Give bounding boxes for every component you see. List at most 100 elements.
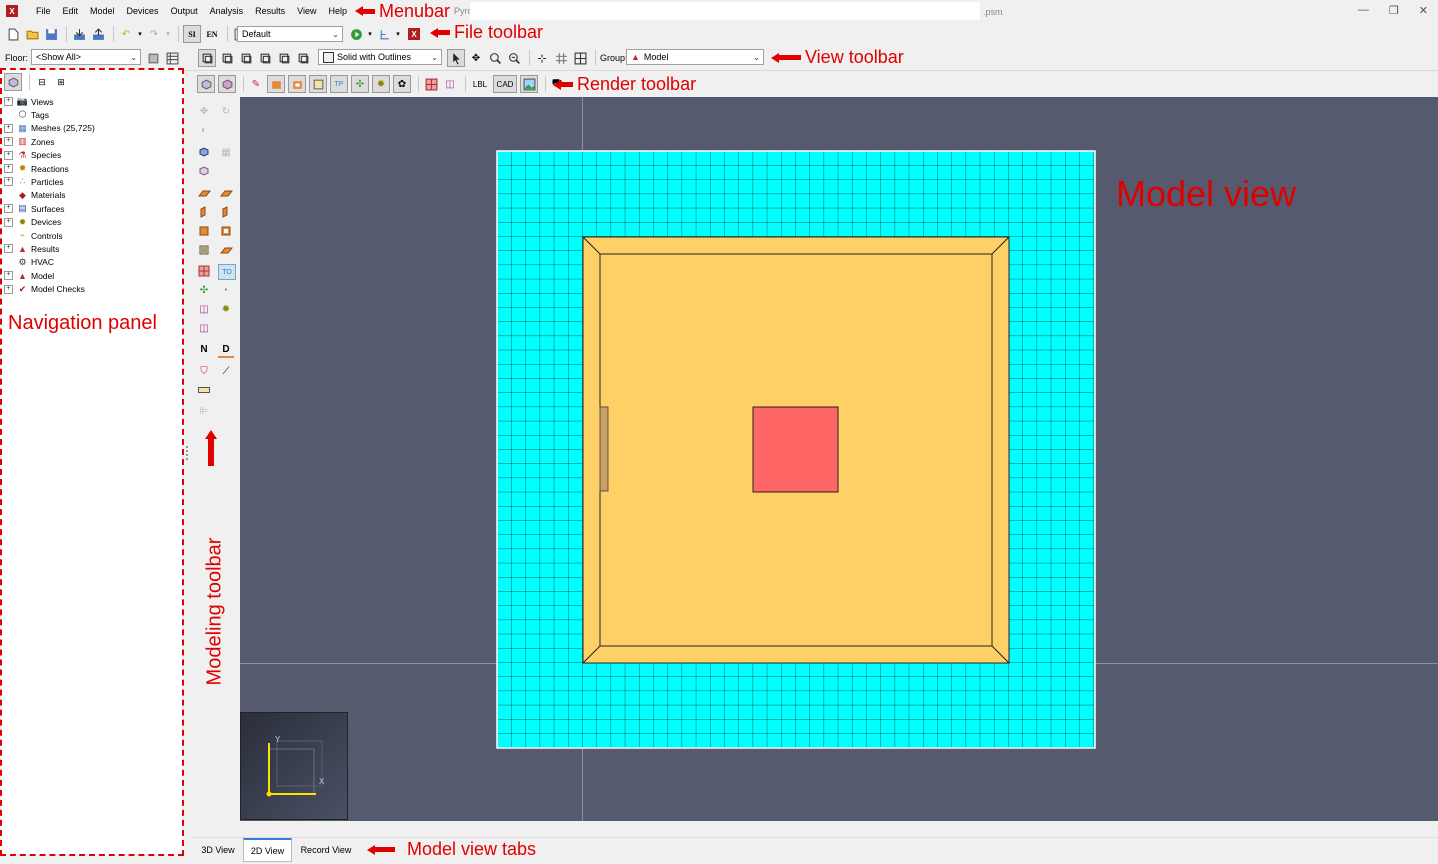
draw-slab-2-icon[interactable] — [218, 186, 234, 200]
floor-grid-icon[interactable] — [164, 50, 180, 66]
view-top-icon[interactable] — [219, 50, 235, 66]
view-left-icon[interactable] — [276, 50, 292, 66]
expand-toggle-icon[interactable]: + — [4, 97, 13, 106]
show-objects-icon[interactable] — [218, 75, 236, 93]
tab-record-view[interactable]: Record View — [293, 838, 359, 862]
tree-item-model-checks[interactable]: + ✔ Model Checks — [4, 283, 85, 296]
fit-view-icon[interactable] — [572, 50, 588, 66]
redo-icon[interactable]: ↷ — [146, 26, 162, 42]
tree-item-devices[interactable]: + ✹ Devices — [4, 216, 61, 229]
menu-edit[interactable]: Edit — [57, 6, 85, 16]
results-dropdown-icon[interactable]: ▾ — [395, 26, 401, 42]
background-image-icon[interactable] — [520, 75, 538, 93]
smooth-shading-icon[interactable]: ✎ — [248, 76, 264, 92]
draw-thermocouple-button[interactable]: TO — [218, 264, 236, 280]
draw-room-icon[interactable] — [218, 243, 234, 257]
eyedropper-icon[interactable]: ⟋ — [218, 364, 234, 378]
draw-block-icon[interactable] — [196, 224, 212, 238]
run-dropdown-icon[interactable]: ▾ — [367, 26, 373, 42]
restore-icon[interactable]: ❐ — [1389, 4, 1399, 17]
tree-item-model[interactable]: + ▲ Model — [4, 269, 54, 282]
tab-2d-view[interactable]: 2D View — [243, 838, 292, 862]
view-front-icon[interactable] — [238, 50, 254, 66]
view-reset-icon[interactable] — [198, 49, 216, 67]
render-walls-icon[interactable]: ◫ — [442, 76, 458, 92]
measure-ruler-icon[interactable] — [196, 383, 212, 397]
redo-dropdown-icon[interactable]: ▾ — [165, 26, 171, 42]
cad-button[interactable]: CAD — [493, 75, 517, 93]
menu-model[interactable]: Model — [84, 6, 121, 16]
expand-toggle-icon[interactable]: + — [4, 123, 13, 133]
expand-toggle-icon[interactable]: + — [4, 284, 13, 294]
save-icon[interactable] — [43, 26, 59, 42]
model-view[interactable]: Model view Y X — [240, 97, 1438, 821]
menu-help[interactable]: Help — [322, 6, 353, 16]
menu-devices[interactable]: Devices — [121, 6, 165, 16]
new-region-icon[interactable] — [196, 164, 212, 178]
profile-select[interactable]: Default ⌄ — [237, 26, 343, 42]
draw-hvac-icon[interactable]: ◫ — [196, 302, 212, 316]
render-devices-icon[interactable]: ✹ — [372, 75, 390, 93]
panel-splitter[interactable] — [186, 446, 192, 460]
draw-wall-icon[interactable] — [196, 205, 212, 219]
select-pointer-icon[interactable] — [447, 49, 465, 67]
unit-si-button[interactable]: SI — [183, 25, 201, 43]
expand-toggle-icon[interactable]: + — [4, 244, 13, 254]
tree-item-surfaces[interactable]: + ▤ Surfaces — [4, 202, 65, 215]
zoom-box-icon[interactable] — [506, 50, 522, 66]
undo-dropdown-icon[interactable]: ▾ — [137, 26, 143, 42]
open-folder-icon[interactable] — [24, 26, 40, 42]
mirror-icon[interactable]: ◐ — [196, 123, 212, 137]
undo-icon[interactable]: ↶ — [118, 26, 134, 42]
view-right-icon[interactable] — [295, 50, 311, 66]
render-holes-icon[interactable] — [288, 75, 306, 93]
render-hvac-icon[interactable]: ✿ — [393, 75, 411, 93]
tree-view-icon[interactable] — [4, 73, 22, 91]
render-zones-icon[interactable]: TP — [330, 75, 348, 93]
tree-item-species[interactable]: + ⚗ Species — [4, 149, 61, 162]
tree-item-hvac[interactable]: ⚙ HVAC — [4, 256, 54, 269]
tree-item-zones[interactable]: + ▥ Zones — [4, 135, 55, 148]
draw-vent-icon[interactable] — [196, 243, 212, 257]
tab-3d-view[interactable]: 3D View — [194, 838, 242, 862]
pyrosim-results-icon[interactable]: X — [408, 28, 420, 40]
tree-item-meshes-25-725[interactable]: + ▦ Meshes (25,725) — [4, 122, 95, 135]
tree-item-materials[interactable]: ◆ Materials — [4, 189, 65, 202]
node-button[interactable]: N — [196, 342, 212, 356]
results-launch-icon[interactable] — [376, 26, 392, 42]
draw-slab-icon[interactable] — [196, 186, 212, 200]
unit-en-button[interactable]: EN — [204, 26, 220, 42]
tree-item-controls[interactable]: ⌁ Controls — [4, 229, 63, 242]
minimize-icon[interactable]: — — [1358, 4, 1369, 17]
render-obstructions-icon[interactable] — [267, 75, 285, 93]
particle-cloud-icon[interactable]: ✣ — [196, 283, 212, 297]
new-file-icon[interactable] — [5, 26, 21, 42]
zoom-icon[interactable] — [487, 50, 503, 66]
tree-item-particles[interactable]: + ∴ Particles — [4, 175, 64, 188]
render-particles-icon[interactable]: ✣ — [351, 75, 369, 93]
expand-toggle-icon[interactable]: + — [4, 137, 13, 147]
expand-toggle-icon[interactable]: + — [4, 204, 13, 214]
menu-view[interactable]: View — [291, 6, 322, 16]
tree-item-results[interactable]: + ▲ Results — [4, 242, 59, 255]
render-meshes-icon[interactable] — [423, 76, 439, 92]
expand-toggle-icon[interactable]: + — [4, 150, 13, 160]
render-slices-icon[interactable] — [309, 75, 327, 93]
expand-all-icon[interactable]: ⊞ — [53, 74, 69, 90]
run-simulation-icon[interactable] — [348, 26, 364, 42]
particle-point-icon[interactable]: • — [218, 283, 234, 297]
close-icon[interactable]: ✕ — [1419, 4, 1428, 17]
grid-snap-icon[interactable] — [553, 50, 569, 66]
menu-analysis[interactable]: Analysis — [204, 6, 250, 16]
draw-device-icon[interactable]: ✹ — [218, 302, 234, 316]
move-icon[interactable]: ✥ — [196, 104, 212, 118]
expand-toggle-icon[interactable]: + — [4, 177, 13, 187]
menu-output[interactable]: Output — [165, 6, 204, 16]
rotate-icon[interactable]: ↻ — [218, 104, 234, 118]
floor-select[interactable]: <Show All> ⌄ — [31, 49, 141, 65]
tree-item-reactions[interactable]: + ✸ Reactions — [4, 162, 69, 175]
pan-icon[interactable]: ✥ — [468, 50, 484, 66]
draw-zone-icon[interactable] — [196, 264, 212, 278]
expand-toggle-icon[interactable]: + — [4, 271, 13, 281]
export-icon[interactable] — [90, 26, 106, 42]
